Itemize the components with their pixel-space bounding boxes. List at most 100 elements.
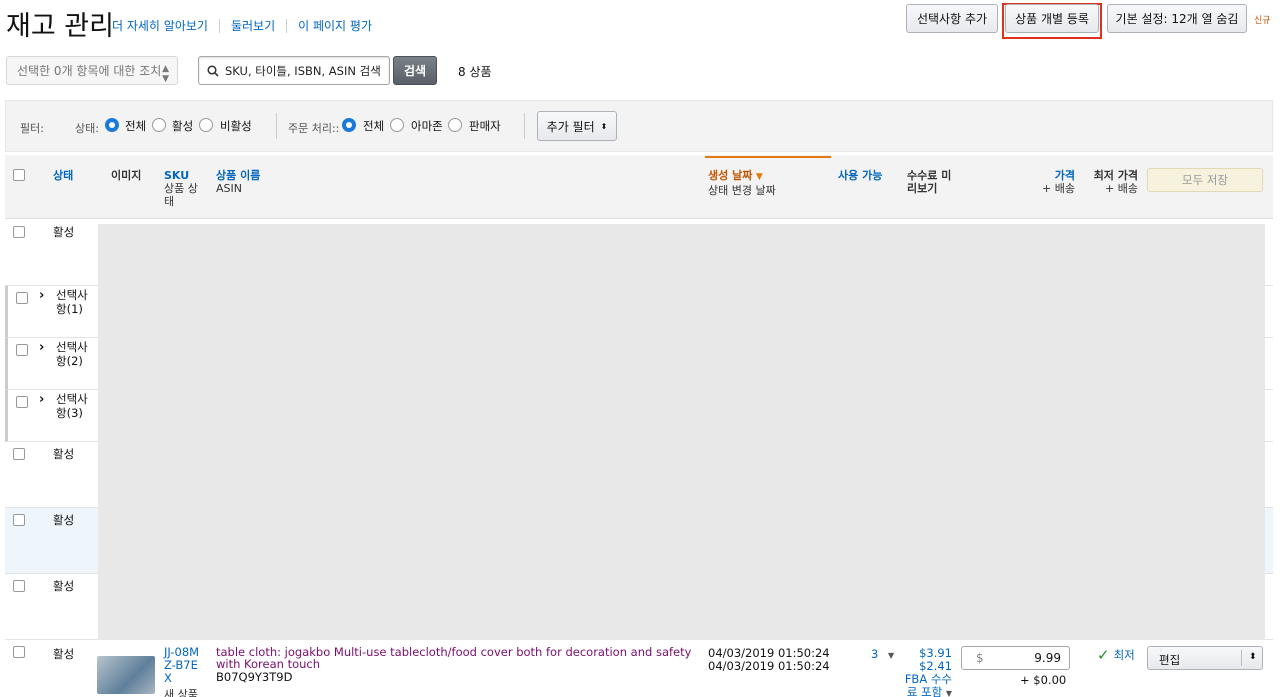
image-column-header: 이미지 — [111, 169, 142, 182]
product-name-column-header[interactable]: 상품 이름 — [216, 169, 260, 182]
fba-fee-note: FBA 수수료 포함 ▼ — [904, 672, 952, 697]
checkmark-icon: ✓ — [1097, 646, 1110, 664]
price-input[interactable]: $ 9.99 — [961, 646, 1070, 670]
chevron-right-icon[interactable]: › — [39, 340, 44, 355]
asin-value: B07Q9Y3T9D — [216, 670, 293, 684]
fulfillment-filter-label: 주문 처리:: — [288, 122, 340, 135]
search-button[interactable]: 검색 — [393, 56, 437, 85]
status-active-label: 활성 — [172, 119, 194, 133]
row-checkbox[interactable] — [16, 396, 28, 408]
row-checkbox[interactable] — [16, 292, 28, 304]
divider — [286, 18, 288, 33]
bulk-action-select[interactable]: 선택한 0개 항목에 대한 조치 ▲ ▼ — [6, 56, 178, 85]
status-all-radio[interactable] — [105, 118, 119, 132]
lowest-price-shipping-subheader: + 배송 — [1105, 182, 1138, 195]
date-status-changed: 04/03/2019 01:50:24 — [708, 659, 830, 673]
fulfillment-all-label: 전체 — [363, 119, 385, 133]
more-filters-button[interactable]: 추가 필터 ⬍ — [537, 111, 617, 141]
price-value: 9.99 — [1034, 651, 1061, 665]
status-changed-subheader: 상태 변경 날짜 — [708, 184, 776, 197]
page-title: 재고 관리 — [6, 11, 114, 42]
loading-placeholder — [98, 224, 1265, 640]
variation-label: 선택사항(3) — [56, 392, 88, 420]
sort-desc-icon: ▼ — [755, 172, 763, 182]
preferences-button[interactable]: 기본 설정: 12개 열 숨김 — [1107, 4, 1247, 33]
fulfillment-all-radio[interactable] — [342, 118, 356, 132]
lowest-price-column-header: 최저 가격 — [1093, 169, 1138, 182]
status-column-header[interactable]: 상태 — [53, 169, 73, 182]
available-quantity[interactable]: 3 ▼ — [871, 647, 894, 661]
date-created-column-header[interactable]: 생성 날짜 — [708, 169, 752, 182]
edit-button[interactable]: 편집 ⬍ — [1147, 646, 1263, 670]
result-count: 8 상품 — [458, 65, 492, 79]
sku-link[interactable]: JJ-08MZ-B7EX — [164, 646, 204, 685]
status-inactive-label: 비활성 — [220, 119, 252, 133]
chevron-right-icon[interactable]: › — [39, 392, 44, 407]
updown-caret-icon[interactable]: ⬍ — [1249, 652, 1257, 662]
fulfillment-amazon-radio[interactable] — [390, 118, 404, 132]
fulfillment-merchant-radio[interactable] — [448, 118, 462, 132]
divider — [276, 113, 277, 139]
add-variation-button[interactable]: 선택사항 추가 — [906, 4, 998, 33]
sort-indicator-bar — [705, 156, 831, 158]
price-column-header[interactable]: 가격 — [1025, 169, 1075, 182]
tour-link[interactable]: 둘러보기 — [231, 17, 275, 34]
updown-caret-icon: ⬍ — [600, 121, 608, 131]
learn-more-link[interactable]: 더 자세히 알아보기 — [112, 17, 208, 34]
filter-bar: 필터: 상태: 전체 활성 비활성 주문 처리:: 전체 아마존 판매자 추가 … — [5, 100, 1273, 152]
edit-label: 편집 — [1159, 653, 1181, 667]
search-icon — [207, 64, 219, 77]
status-active-radio[interactable] — [152, 118, 166, 132]
row-status: 활성 — [53, 579, 75, 593]
row-status: 활성 — [53, 225, 75, 239]
divider — [524, 113, 525, 139]
search-input[interactable]: SKU, 타이틀, ISBN, ASIN 검색 — [198, 56, 390, 85]
rate-page-link[interactable]: 이 페이지 평가 — [298, 17, 372, 34]
chevron-right-icon[interactable]: › — [39, 288, 44, 303]
row-checkbox[interactable] — [16, 344, 28, 356]
product-condition: 새 상품 — [164, 688, 198, 697]
table-header: 상태 이미지 SKU 상품 상태 상품 이름 ASIN 생성 날짜 ▼ 상태 변… — [5, 155, 1273, 219]
row-checkbox[interactable] — [13, 448, 25, 460]
row-checkbox[interactable] — [13, 580, 25, 592]
product-dates: 04/03/2019 01:50:24 04/03/2019 01:50:24 — [708, 647, 830, 673]
caret-down-icon: ▼ — [887, 651, 895, 660]
search-placeholder: SKU, 타이틀, ISBN, ASIN 검색 — [225, 63, 381, 78]
status-inactive-radio[interactable] — [199, 118, 213, 132]
row-checkbox[interactable] — [13, 646, 25, 658]
row-checkbox[interactable] — [13, 514, 25, 526]
caret-down-icon: ▼ — [945, 689, 952, 697]
bulk-action-label: 선택한 0개 항목에 대한 조치 — [17, 64, 162, 78]
header-links: 더 자세히 알아보기 둘러보기 이 페이지 평가 — [112, 17, 372, 34]
sku-column-header[interactable]: SKU — [164, 169, 204, 182]
row-status: 활성 — [53, 647, 75, 661]
row-status: 활성 — [53, 513, 75, 527]
fee-preview-column-header: 수수료 미리보기 — [907, 169, 952, 195]
product-name-link[interactable]: table cloth: jogakbo Multi-use tableclot… — [216, 646, 701, 670]
currency-symbol: $ — [976, 651, 984, 665]
variation-label: 선택사항(2) — [56, 340, 88, 368]
more-filters-label: 추가 필터 — [546, 119, 595, 134]
variation-label: 선택사항(1) — [56, 288, 88, 316]
lowest-label: 최저 — [1113, 648, 1135, 662]
save-all-button[interactable]: 모두 저장 — [1147, 168, 1263, 192]
available-column-header[interactable]: 사용 가능 — [838, 169, 882, 182]
filter-label: 필터: — [20, 122, 44, 135]
new-badge: 신규 — [1254, 16, 1271, 26]
available-value: 3 — [871, 647, 879, 661]
asin-subheader: ASIN — [216, 182, 242, 195]
row-checkbox[interactable] — [13, 226, 25, 238]
status-all-label: 전체 — [125, 119, 147, 133]
lowest-price-indicator[interactable]: ✓ 최저 — [1097, 646, 1135, 664]
fulfillment-amazon-label: 아마존 — [411, 119, 443, 133]
shipping-cost: + $0.00 — [1020, 673, 1067, 687]
add-product-button[interactable]: 상품 개별 등록 — [1005, 4, 1099, 33]
condition-subheader: 상품 상태 — [164, 182, 198, 208]
fulfillment-merchant-label: 판매자 — [469, 119, 501, 133]
fee-preview[interactable]: $3.91 $2.41 FBA 수수료 포함 ▼ — [904, 647, 952, 697]
row-status: 활성 — [53, 447, 75, 461]
price-shipping-subheader: + 배송 — [1042, 182, 1075, 195]
status-filter-label: 상태: — [75, 122, 99, 135]
product-thumbnail[interactable] — [97, 656, 155, 694]
select-all-checkbox[interactable] — [13, 169, 25, 181]
